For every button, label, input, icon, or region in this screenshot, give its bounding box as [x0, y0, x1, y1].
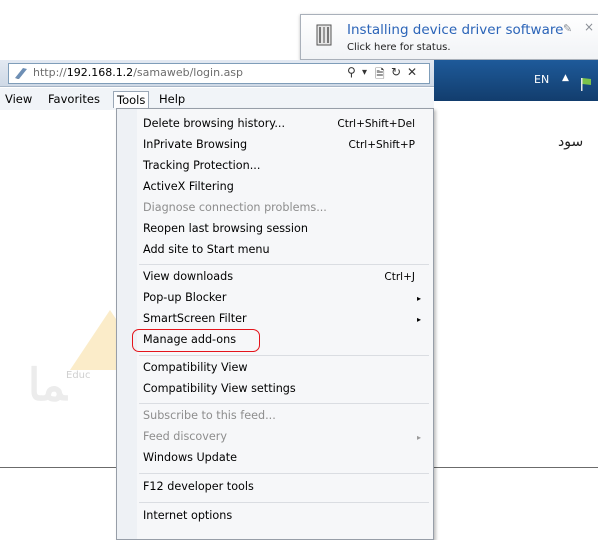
url-field[interactable]: http://192.168.1.2/samaweb/login.asp ⚲ ▾…	[8, 63, 430, 84]
menu-item-activex-filtering[interactable]: ActiveX Filtering	[143, 180, 234, 193]
menu-item-compatibility-view[interactable]: Compatibility View	[143, 361, 248, 374]
search-icon[interactable]: ⚲	[347, 65, 356, 79]
driver-install-notification[interactable]: Installing device driver software Click …	[300, 14, 598, 60]
menu-item-inprivate-browsing[interactable]: InPrivate Browsing	[143, 138, 247, 151]
close-icon[interactable]: ×	[584, 20, 594, 34]
watermark-mark: ﻤﺎ	[28, 360, 67, 411]
menu-item-delete-browsing-history[interactable]: Delete browsing history...	[143, 117, 285, 130]
menu-help[interactable]: Help	[156, 91, 188, 107]
action-center-flag-icon[interactable]	[580, 77, 592, 91]
menu-separator	[139, 473, 429, 474]
menu-gutter	[117, 109, 137, 539]
menu-item-compatibility-view-settings[interactable]: Compatibility View settings	[143, 382, 296, 395]
taskbar: EN ▲	[434, 60, 598, 101]
refresh-icon[interactable]: ↻	[391, 65, 401, 79]
stop-icon[interactable]: ✕	[407, 65, 417, 79]
menu-item-feed-discovery: Feed discovery	[143, 430, 228, 443]
menu-item-subscribe-to-feed: Subscribe to this feed...	[143, 409, 276, 422]
menu-item-internet-options[interactable]: Internet options	[143, 509, 232, 522]
menu-item-f12-developer-tools[interactable]: F12 developer tools	[143, 480, 254, 493]
compatibility-view-icon[interactable]: 🗎	[375, 65, 385, 86]
submenu-arrow-icon: ▸	[416, 433, 421, 442]
dropdown-icon[interactable]: ▾	[362, 67, 367, 78]
menu-item-view-downloads[interactable]: View downloads	[143, 270, 233, 283]
shortcut-inprivate: Ctrl+Shift+P	[348, 139, 415, 151]
watermark-text: Educ	[66, 370, 91, 381]
menu-tools[interactable]: Tools	[113, 91, 150, 108]
menu-view[interactable]: View	[2, 91, 35, 107]
submenu-arrow-icon: ▸	[416, 294, 421, 303]
menu-item-add-site-to-start[interactable]: Add site to Start menu	[143, 243, 270, 256]
menu-item-reopen-last-session[interactable]: Reopen last browsing session	[143, 222, 308, 235]
menu-favorites[interactable]: Favorites	[45, 91, 103, 107]
url-text[interactable]: http://192.168.1.2/samaweb/login.asp	[33, 66, 243, 79]
page-rtl-text: سود	[558, 134, 584, 150]
menu-item-windows-update[interactable]: Windows Update	[143, 451, 237, 464]
pin-icon[interactable]: ✎	[563, 22, 572, 35]
menu-item-popup-blocker[interactable]: Pop-up Blocker	[143, 291, 226, 304]
menu-item-tracking-protection[interactable]: Tracking Protection...	[143, 159, 260, 172]
show-hidden-icons-icon[interactable]: ▲	[562, 73, 569, 83]
tools-dropdown-menu: Delete browsing history... Ctrl+Shift+De…	[116, 108, 434, 540]
menu-bar: View Favorites Tools Help	[0, 88, 434, 110]
menu-separator	[139, 502, 429, 503]
menu-separator	[139, 264, 429, 265]
notification-subtitle[interactable]: Click here for status.	[347, 42, 451, 53]
manage-addons-highlight	[132, 329, 260, 352]
shortcut-delete-history: Ctrl+Shift+Del	[337, 118, 415, 130]
menu-item-diagnose-connection: Diagnose connection problems...	[143, 201, 327, 214]
notification-title[interactable]: Installing device driver software	[347, 22, 563, 38]
submenu-arrow-icon: ▸	[416, 315, 421, 324]
menu-separator	[139, 403, 429, 404]
menu-separator	[139, 355, 429, 356]
device-icon	[316, 24, 332, 46]
page-icon	[15, 68, 27, 79]
address-bar: http://192.168.1.2/samaweb/login.asp ⚲ ▾…	[0, 60, 434, 87]
language-indicator[interactable]: EN	[534, 73, 549, 86]
menu-item-smartscreen-filter[interactable]: SmartScreen Filter	[143, 312, 247, 325]
shortcut-view-downloads: Ctrl+J	[384, 271, 415, 283]
